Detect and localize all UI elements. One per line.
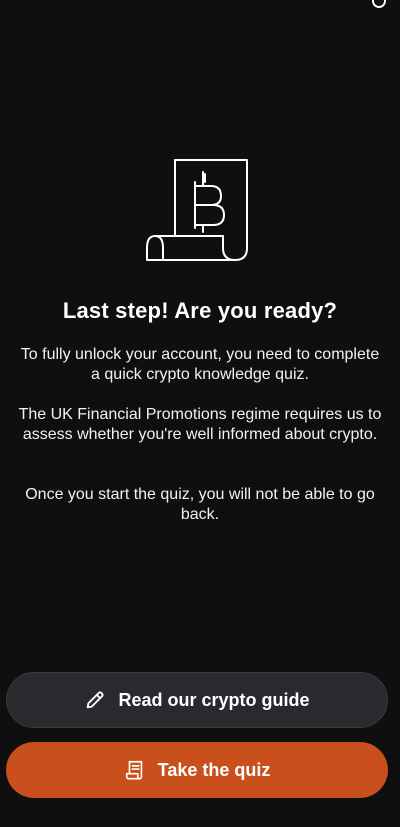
document-icon: [124, 759, 146, 781]
quiz-intro-text: To fully unlock your account, you need t…: [20, 346, 380, 383]
status-bar-icon: [370, 0, 388, 10]
bitcoin-document-icon: [146, 159, 248, 261]
take-quiz-button[interactable]: Take the quiz: [6, 742, 388, 798]
read-crypto-guide-label: Read our crypto guide: [118, 689, 310, 710]
page-title: Last step! Are you ready?: [62, 298, 338, 323]
take-quiz-label: Take the quiz: [157, 759, 271, 780]
pencil-icon: [84, 689, 106, 711]
read-crypto-guide-button[interactable]: Read our crypto guide: [6, 672, 388, 728]
regulation-text: The UK Financial Promotions regime requi…: [18, 406, 382, 443]
warning-text: Once you start the quiz, you will not be…: [25, 486, 375, 523]
bitcoin-document-illustration: [0, 156, 400, 264]
